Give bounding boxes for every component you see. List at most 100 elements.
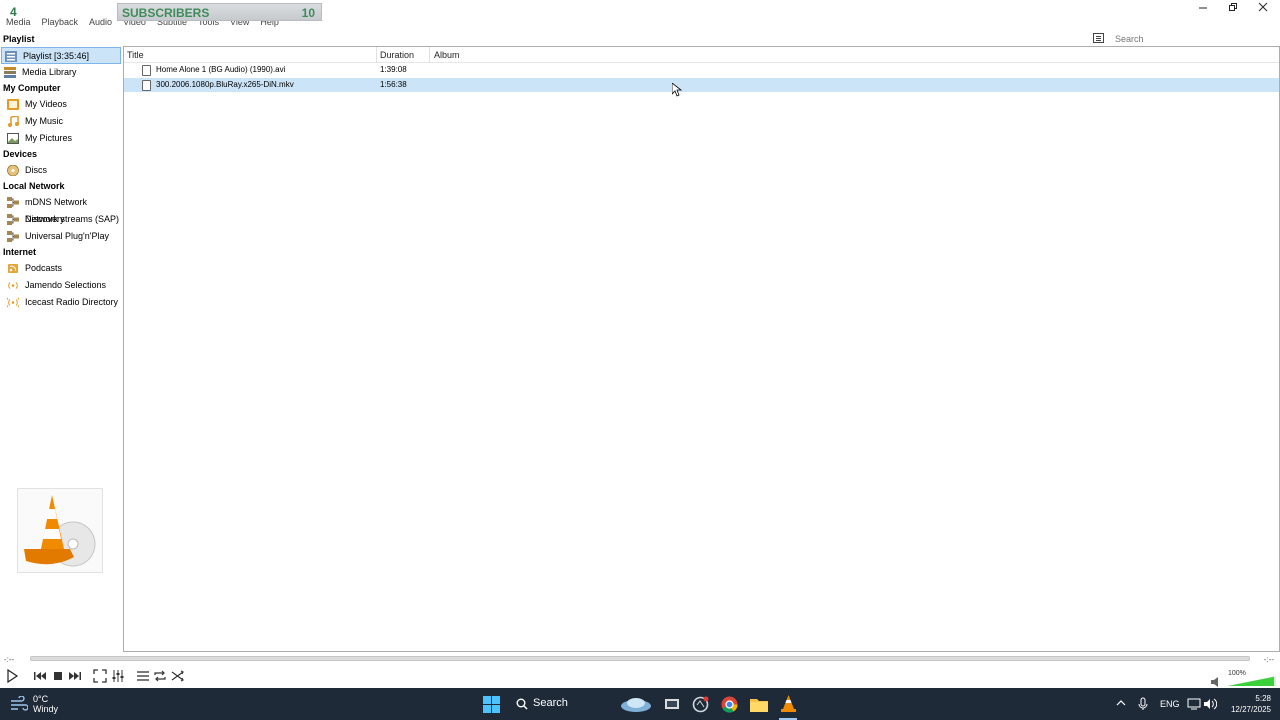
stop-button[interactable] xyxy=(50,668,66,684)
app-icon[interactable] xyxy=(692,696,709,713)
weather-widget[interactable]: 0°C Windy xyxy=(33,694,58,714)
vlc-cone-icon xyxy=(24,495,96,567)
subscribers-count: 10 xyxy=(301,6,315,20)
menu-playback[interactable]: Playback xyxy=(42,17,79,27)
column-title[interactable]: Title xyxy=(127,50,144,60)
play-button[interactable] xyxy=(4,668,20,684)
system-clock[interactable]: 5:28 12/27/2025 xyxy=(1231,693,1271,715)
language-indicator[interactable]: ENG xyxy=(1160,699,1180,709)
loop-button[interactable] xyxy=(152,668,168,684)
section-local-network: Local Network xyxy=(3,181,65,191)
microphone-icon[interactable] xyxy=(1138,697,1148,711)
close-button[interactable] xyxy=(1248,0,1278,14)
previous-icon xyxy=(34,672,46,680)
time-total: -:-- xyxy=(1263,655,1274,664)
windows-start-icon[interactable] xyxy=(483,696,500,713)
sidebar-item-mdns[interactable]: mDNS Network Discovery xyxy=(0,194,121,224)
clock-date: 12/27/2025 xyxy=(1230,705,1271,714)
previous-button[interactable] xyxy=(32,668,48,684)
sidebar-item-label: Podcasts xyxy=(25,263,63,273)
sidebar-item-my-music[interactable]: My Music xyxy=(0,113,121,130)
sidebar-item-label: Universal Plug'n'Play xyxy=(25,231,109,241)
videos-icon xyxy=(7,99,19,110)
sidebar-item-label: Network streams (SAP) xyxy=(25,214,120,224)
sidebar-item-label: Discs xyxy=(25,165,47,175)
playlist-row-selected[interactable]: 300.2006.1080p.BluRay.x265-DiN.mkv 1:56:… xyxy=(124,78,1279,92)
playlist-view-toggle-icon[interactable] xyxy=(1093,33,1104,43)
fullscreen-button[interactable] xyxy=(92,668,108,684)
task-view-icon[interactable] xyxy=(664,696,680,712)
next-icon xyxy=(69,672,81,680)
file-explorer-icon[interactable] xyxy=(750,697,768,712)
row-title: Home Alone 1 (BG Audio) (1990).avi xyxy=(156,65,286,74)
column-album[interactable]: Album xyxy=(434,50,460,60)
media-library-icon xyxy=(4,67,16,78)
section-my-computer: My Computer xyxy=(3,83,61,93)
next-button[interactable] xyxy=(67,668,83,684)
music-icon xyxy=(8,116,19,127)
column-divider[interactable] xyxy=(429,47,430,63)
podcast-icon xyxy=(8,264,18,273)
taskbar: 0°C Windy Search ENG 5:28 12/27/2025 xyxy=(0,688,1280,720)
file-icon xyxy=(142,65,151,76)
extended-settings-button[interactable] xyxy=(110,668,126,684)
clock-time: 5:28 xyxy=(1255,694,1271,703)
shuffle-button[interactable] xyxy=(170,668,186,684)
sidebar-item-network-streams[interactable]: Network streams (SAP) xyxy=(0,211,121,228)
weather-wind-icon xyxy=(11,696,28,711)
network-monitor-icon[interactable] xyxy=(1187,698,1201,710)
pictures-icon xyxy=(7,133,19,144)
toggle-playlist-button[interactable] xyxy=(135,668,151,684)
sidebar-item-icecast[interactable]: Icecast Radio Directory xyxy=(0,294,121,311)
fullscreen-icon xyxy=(93,669,107,683)
speaker-icon[interactable] xyxy=(1210,676,1222,688)
close-icon xyxy=(1258,2,1268,12)
search-icon xyxy=(516,698,528,710)
playlist-row[interactable]: Home Alone 1 (BG Audio) (1990).avi 1:39:… xyxy=(124,63,1279,77)
loop-icon xyxy=(154,670,166,682)
volume-slider[interactable] xyxy=(1226,676,1276,686)
column-divider[interactable] xyxy=(376,47,377,63)
column-duration[interactable]: Duration xyxy=(380,50,414,60)
search-input[interactable] xyxy=(1112,31,1278,46)
overlay-number: 4 xyxy=(10,5,17,19)
seek-bar[interactable] xyxy=(30,656,1250,661)
playlist-header: Title Duration Album xyxy=(124,47,1279,63)
sidebar-item-podcasts[interactable]: Podcasts xyxy=(0,260,121,277)
sidebar-item-label: Media Library xyxy=(22,67,77,77)
stop-icon xyxy=(54,672,62,680)
sidebar-item-media-library[interactable]: Media Library xyxy=(0,64,121,81)
sidebar-item-label: My Videos xyxy=(25,99,67,109)
playlist-toggle-icon xyxy=(137,671,149,681)
taskbar-search-label: Search xyxy=(533,697,568,709)
album-art xyxy=(17,488,103,573)
section-internet: Internet xyxy=(3,247,37,257)
search-highlight-icon xyxy=(621,698,651,712)
network-icon xyxy=(7,214,19,225)
equalizer-icon xyxy=(112,670,124,682)
menu-audio[interactable]: Audio xyxy=(89,17,112,27)
weather-temp: 0°C xyxy=(33,694,49,704)
file-icon xyxy=(142,80,151,91)
chevron-up-icon[interactable] xyxy=(1116,699,1126,707)
sidebar-item-label: My Music xyxy=(25,116,63,126)
volume-icon[interactable] xyxy=(1203,698,1217,710)
row-title: 300.2006.1080p.BluRay.x265-DiN.mkv xyxy=(156,80,294,89)
network-icon xyxy=(7,231,19,242)
sidebar-item-jamendo[interactable]: Jamendo Selections xyxy=(0,277,121,294)
row-duration: 1:39:08 xyxy=(380,65,407,74)
restore-icon xyxy=(1229,3,1237,11)
sidebar-item-my-pictures[interactable]: My Pictures xyxy=(0,130,121,147)
play-icon xyxy=(7,668,19,684)
row-duration: 1:56:38 xyxy=(380,80,407,89)
sidebar-item-my-videos[interactable]: My Videos xyxy=(0,96,121,113)
sidebar-item-upnp[interactable]: Universal Plug'n'Play xyxy=(0,228,121,245)
maximize-button[interactable] xyxy=(1218,0,1248,14)
title-bar: Media Playback Audio Video Subtitle Tool… xyxy=(0,0,1280,30)
sidebar-item-playlist[interactable]: Playlist [3:35:46] xyxy=(1,47,121,64)
vlc-taskbar-icon[interactable] xyxy=(780,694,797,714)
sidebar-item-discs[interactable]: Discs xyxy=(0,162,121,179)
minimize-icon xyxy=(1199,7,1207,9)
minimize-button[interactable] xyxy=(1188,0,1218,14)
chrome-icon[interactable] xyxy=(721,696,738,713)
